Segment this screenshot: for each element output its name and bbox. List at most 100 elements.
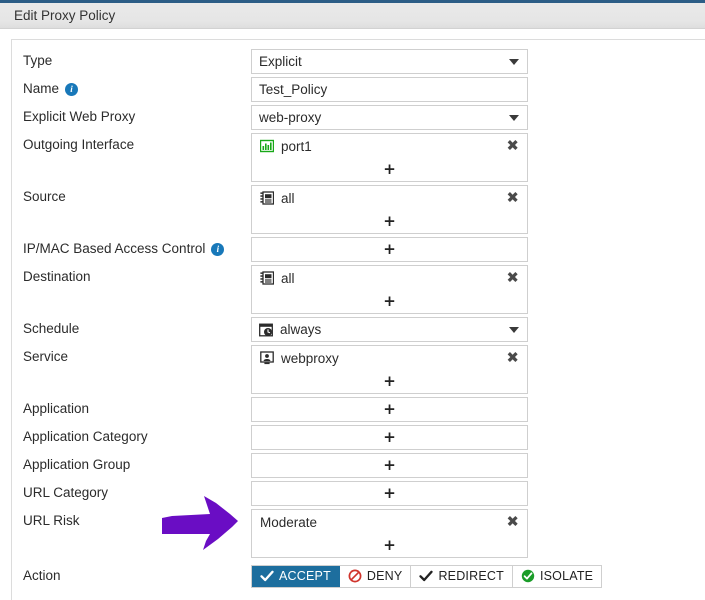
label-text: Explicit Web Proxy [23, 109, 135, 125]
control-destination: all✖ + [251, 265, 528, 314]
ip-mac-based-access-control-add-field[interactable]: + [251, 237, 528, 262]
type-dropdown[interactable]: Explicit [251, 49, 528, 74]
token-item[interactable]: all✖ [252, 266, 527, 290]
chevron-down-icon[interactable] [509, 327, 519, 333]
add-icon[interactable]: + [383, 486, 396, 501]
service-add-button[interactable]: + [252, 370, 527, 393]
form-row-service: Service webproxy✖ + [12, 345, 705, 394]
service-multiselect[interactable]: webproxy✖ + [251, 345, 528, 394]
outgoing-interface-add-button[interactable]: + [252, 158, 527, 181]
label-name: Namei [12, 77, 251, 97]
chevron-down-icon[interactable] [509, 115, 519, 121]
add-icon[interactable]: + [383, 538, 396, 553]
label-explicit-web-proxy: Explicit Web Proxy [12, 105, 251, 125]
url-category-add-field[interactable]: + [251, 481, 528, 506]
add-icon[interactable]: + [383, 162, 396, 177]
action-button-label: DENY [367, 569, 403, 583]
label-destination: Destination [12, 265, 251, 285]
page-title: Edit Proxy Policy [14, 8, 115, 23]
check-icon [260, 569, 274, 583]
form-row-action: Action ACCEPT DENY REDIRECTISOLATE [12, 564, 705, 588]
form-row-url-risk: URL Risk Moderate✖ + [12, 509, 705, 558]
label-text: URL Risk [23, 513, 80, 529]
close-icon[interactable]: ✖ [506, 515, 519, 530]
source-multiselect[interactable]: all✖ + [251, 185, 528, 234]
action-accept-button[interactable]: ACCEPT [252, 566, 340, 587]
action-deny-button[interactable]: DENY [340, 566, 412, 587]
application-group-add-field[interactable]: + [251, 453, 528, 478]
form-row-name: NameiTest_Policy [12, 77, 705, 102]
label-text: Type [23, 53, 52, 69]
token-item[interactable]: webproxy✖ [252, 346, 527, 370]
add-icon[interactable]: + [383, 402, 396, 417]
source-add-button[interactable]: + [252, 210, 527, 233]
add-icon[interactable]: + [383, 458, 396, 473]
token-item[interactable]: Moderate✖ [252, 510, 527, 534]
label-outgoing-interface: Outgoing Interface [12, 133, 251, 153]
titlebar-gap [0, 29, 705, 38]
form-row-application: Application+ [12, 397, 705, 422]
outgoing-interface-multiselect[interactable]: port1✖ + [251, 133, 528, 182]
destination-add-button[interactable]: + [252, 290, 527, 313]
add-icon[interactable]: + [383, 430, 396, 445]
control-action: ACCEPT DENY REDIRECTISOLATE [251, 565, 671, 588]
isolate-icon [521, 569, 535, 583]
label-type: Type [12, 49, 251, 69]
label-text: Destination [23, 269, 91, 285]
token-label: port1 [281, 139, 521, 154]
action-button-group: ACCEPT DENY REDIRECTISOLATE [251, 565, 602, 588]
token-item[interactable]: all✖ [252, 186, 527, 210]
add-icon[interactable]: + [383, 214, 396, 229]
form-row-schedule: Schedule always [12, 317, 705, 342]
check-icon [419, 569, 433, 583]
token-item[interactable]: port1✖ [252, 134, 527, 158]
form-row-explicit-web-proxy: Explicit Web Proxy web-proxy [12, 105, 705, 130]
label-application-category: Application Category [12, 425, 251, 445]
schedule-dropdown[interactable]: always [251, 317, 528, 342]
control-url-category: + [251, 481, 528, 506]
label-text: Schedule [23, 321, 79, 337]
label-source: Source [12, 185, 251, 205]
label-ip-mac-based-access-control: IP/MAC Based Access Controli [12, 237, 251, 257]
close-icon[interactable]: ✖ [506, 139, 519, 154]
label-text: Name [23, 81, 59, 97]
url-risk-add-button[interactable]: + [252, 534, 527, 557]
control-application-group: + [251, 453, 528, 478]
add-icon[interactable]: + [383, 242, 396, 257]
destination-multiselect[interactable]: all✖ + [251, 265, 528, 314]
close-icon[interactable]: ✖ [506, 271, 519, 286]
label-text: Outgoing Interface [23, 137, 134, 153]
schedule-value: always [280, 322, 321, 337]
application-category-add-field[interactable]: + [251, 425, 528, 450]
label-text: Action [23, 568, 61, 584]
action-button-label: ACCEPT [279, 569, 331, 583]
add-icon[interactable]: + [383, 374, 396, 389]
address-icon [260, 191, 274, 205]
info-icon[interactable]: i [65, 83, 78, 96]
proxy-policy-form: TypeExplicitNameiTest_PolicyExplicit Web… [12, 40, 705, 588]
close-icon[interactable]: ✖ [506, 351, 519, 366]
type-value: Explicit [259, 54, 302, 69]
deny-icon [348, 569, 362, 583]
action-redirect-button[interactable]: REDIRECT [411, 566, 513, 587]
token-label: webproxy [281, 351, 521, 366]
close-icon[interactable]: ✖ [506, 191, 519, 206]
edit-proxy-policy-form-card: TypeExplicitNameiTest_PolicyExplicit Web… [11, 39, 705, 600]
name-input[interactable]: Test_Policy [251, 77, 528, 102]
label-text: Service [23, 349, 68, 365]
form-row-url-category: URL Category + [12, 481, 705, 506]
control-name: Test_Policy [251, 77, 528, 102]
schedule-icon [259, 323, 273, 337]
action-isolate-button[interactable]: ISOLATE [513, 566, 601, 587]
url-risk-multiselect[interactable]: Moderate✖ + [251, 509, 528, 558]
control-outgoing-interface: port1✖ + [251, 133, 528, 182]
label-url-category: URL Category [12, 481, 251, 501]
label-application-group: Application Group [12, 453, 251, 473]
explicit-web-proxy-dropdown[interactable]: web-proxy [251, 105, 528, 130]
chevron-down-icon[interactable] [509, 59, 519, 65]
form-row-ip-mac-based-access-control: IP/MAC Based Access Controli + [12, 237, 705, 262]
application-add-field[interactable]: + [251, 397, 528, 422]
token-label: Moderate [260, 515, 521, 530]
info-icon[interactable]: i [211, 243, 224, 256]
add-icon[interactable]: + [383, 294, 396, 309]
